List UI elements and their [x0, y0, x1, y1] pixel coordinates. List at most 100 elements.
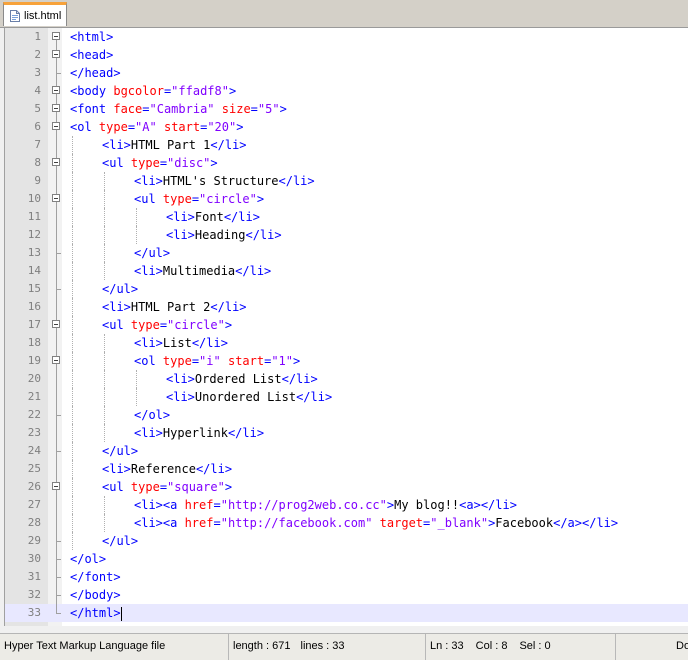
token-val: "square" — [167, 480, 225, 494]
tab-list-html[interactable]: list.html — [3, 2, 67, 26]
token-tag: <ol — [134, 354, 163, 368]
code-line[interactable]: 17 <ul type="circle"> — [5, 316, 688, 334]
token-tag: = — [213, 516, 221, 530]
fold-toggle-icon[interactable] — [52, 50, 60, 58]
token-val: "A" — [135, 120, 157, 134]
code-line[interactable]: 5 <font face="Cambria" size="5"> — [5, 100, 688, 118]
code-line[interactable]: 19 <ol type="i" start="1"> — [5, 352, 688, 370]
code-text: </html> — [70, 604, 122, 622]
token-tag: </ul> — [134, 246, 171, 260]
token-tag: <li><a — [134, 516, 185, 530]
code-line[interactable]: 16 <li>HTML Part 2</li> — [5, 298, 688, 316]
code-line[interactable]: 7 <li>HTML Part 1</li> — [5, 136, 688, 154]
code-line[interactable]: 14 <li>Multimedia</li> — [5, 262, 688, 280]
token-tag: <ul — [102, 318, 131, 332]
token-tag: <ul — [102, 156, 131, 170]
code-line[interactable]: 24 </ul> — [5, 442, 688, 460]
token-tag: </li> — [281, 372, 318, 386]
line-number: 12 — [27, 228, 41, 241]
token-txt: Unordered List — [194, 390, 297, 404]
code-line[interactable]: 29 </ul> — [5, 532, 688, 550]
line-number: 19 — [27, 354, 41, 367]
code-text: <li>Heading</li> — [166, 226, 282, 244]
code-line[interactable]: 23 <li>Hyperlink</li> — [5, 424, 688, 442]
token-tag: <li> — [134, 174, 163, 188]
indent-guide — [72, 244, 73, 262]
code-line[interactable]: 6 <ol type="A" start="20"> — [5, 118, 688, 136]
code-line[interactable]: 21 <li>Unordered List</li> — [5, 388, 688, 406]
code-text: <li>Unordered List</li> — [166, 388, 332, 406]
code-text: </ul> — [102, 442, 138, 460]
token-txt: Hyperlink — [162, 426, 228, 440]
token-tag: </ol> — [70, 552, 107, 566]
code-line[interactable]: 33 </html> — [5, 604, 688, 622]
token-attr: href — [184, 498, 214, 512]
indent-guide — [136, 226, 137, 244]
code-line[interactable]: 22 </ol> — [5, 406, 688, 424]
code-line[interactable]: 32 </body> — [5, 586, 688, 604]
fold-toggle-icon[interactable] — [52, 122, 60, 130]
fold-toggle-icon[interactable] — [52, 482, 60, 490]
code-line[interactable]: 3 </head> — [5, 64, 688, 82]
code-text: </ol> — [70, 550, 106, 568]
fold-guide — [56, 334, 57, 352]
indent-guide — [72, 172, 73, 190]
code-line[interactable]: 12 <li>Heading</li> — [5, 226, 688, 244]
token-tag: </li> — [210, 300, 247, 314]
code-line[interactable]: 20 <li>Ordered List</li> — [5, 370, 688, 388]
status-length: length : 671 — [233, 640, 291, 652]
code-line[interactable]: 31 </font> — [5, 568, 688, 586]
token-tag: <li> — [166, 210, 195, 224]
code-line[interactable]: 27 <li><a href="http://prog2web.co.cc">My… — [5, 496, 688, 514]
code-text: <ul type="disc"> — [102, 154, 218, 172]
token-tag: </html> — [70, 606, 121, 620]
token-val: "_blank" — [430, 516, 489, 530]
token-attr: size — [221, 102, 251, 116]
fold-guide — [56, 578, 57, 586]
code-line[interactable]: 10 <ul type="circle"> — [5, 190, 688, 208]
token-tag: <li> — [102, 300, 131, 314]
status-ln: Ln : 33 — [430, 640, 464, 652]
code-line[interactable]: 8 <ul type="disc"> — [5, 154, 688, 172]
code-line[interactable]: 11 <li>Font</li> — [5, 208, 688, 226]
fold-toggle-icon[interactable] — [52, 194, 60, 202]
code-line[interactable]: 15 </ul> — [5, 280, 688, 298]
fold-toggle-icon[interactable] — [52, 86, 60, 94]
code-text: <ol type="A" start="20"> — [70, 118, 243, 136]
token-tag: </li> — [195, 462, 233, 476]
fold-end-marker — [56, 586, 61, 596]
fold-toggle-icon[interactable] — [52, 356, 60, 364]
code-line[interactable]: 1 <html> — [5, 28, 688, 46]
fold-toggle-icon[interactable] — [52, 32, 60, 40]
code-line[interactable]: 13 </ul> — [5, 244, 688, 262]
line-number: 26 — [27, 480, 41, 493]
fold-guide — [56, 388, 57, 406]
code-line[interactable]: 4 <body bgcolor="ffadf8"> — [5, 82, 688, 100]
indent-guide — [104, 244, 105, 262]
line-number: 4 — [34, 84, 41, 97]
code-text: <li>Multimedia</li> — [134, 262, 271, 280]
status-col: Col : 8 — [475, 640, 508, 652]
fold-toggle-icon[interactable] — [52, 104, 60, 112]
code-editor[interactable]: 1 <html> 2 <head> 3 </head> 4 <body bgcolor="ff… — [4, 28, 688, 626]
token-tag: > — [279, 102, 287, 116]
code-text: <head> — [70, 46, 113, 64]
code-line[interactable]: 2 <head> — [5, 46, 688, 64]
code-line[interactable]: 28 <li><a href="http://facebook.com" targ… — [5, 514, 688, 532]
token-tag: = — [142, 102, 150, 116]
code-text: <html> — [70, 28, 113, 46]
code-line[interactable]: 30 </ol> — [5, 550, 688, 568]
fold-toggle-icon[interactable] — [52, 320, 60, 328]
code-line[interactable]: 9 <li>HTML's Structure</li> — [5, 172, 688, 190]
fold-guide — [56, 560, 57, 568]
fold-guide — [56, 290, 57, 298]
code-line[interactable]: 26 <ul type="square"> — [5, 478, 688, 496]
token-tag: = — [250, 102, 258, 116]
indent-guide — [72, 406, 73, 424]
code-line[interactable]: 25 <li>Reference</li> — [5, 460, 688, 478]
code-line[interactable]: 18 <li>List</li> — [5, 334, 688, 352]
fold-guide — [56, 262, 57, 280]
fold-toggle-icon[interactable] — [52, 158, 60, 166]
token-tag: > — [224, 480, 233, 494]
fold-end-marker — [56, 442, 61, 452]
